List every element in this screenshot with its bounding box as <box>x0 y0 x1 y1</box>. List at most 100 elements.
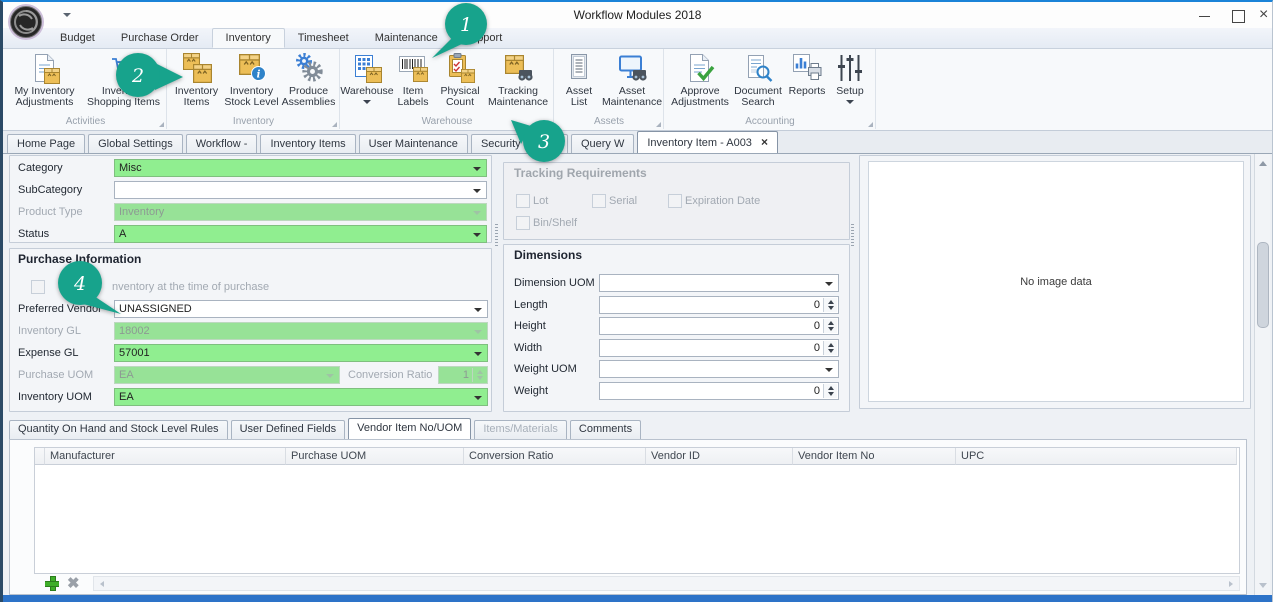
column-header-vendor-id[interactable]: Vendor ID <box>646 448 793 465</box>
status-select[interactable]: A <box>114 225 487 243</box>
maximize-button[interactable] <box>1232 10 1245 23</box>
scroll-up-icon[interactable] <box>1259 161 1267 166</box>
app-logo-icon[interactable] <box>7 3 45 41</box>
ribbon-button-approve-adjustments[interactable]: ApproveAdjustments <box>669 49 731 111</box>
weight-spinner[interactable]: 0 <box>599 382 839 400</box>
svg-text:i: i <box>256 70 260 81</box>
doc-check-icon <box>684 52 716 84</box>
close-button[interactable]: × <box>1259 5 1268 25</box>
document-tab-workflow[interactable]: Workflow - <box>186 134 258 153</box>
scroll-left-icon[interactable] <box>100 581 104 587</box>
length-value: 0 <box>604 299 820 311</box>
length-label: Length <box>514 299 548 311</box>
chevron-down-icon <box>474 330 482 334</box>
ribbon-button-label: Warehouse <box>340 86 393 97</box>
ribbon-button-my-inventory-adjustments[interactable]: My InventoryAdjustments <box>7 49 83 111</box>
splitter-handle[interactable] <box>495 224 498 246</box>
height-spinner[interactable]: 0 <box>599 317 839 335</box>
detail-tab-vendor-item-no-uom[interactable]: Vendor Item No/UOM <box>348 418 471 439</box>
scroll-right-icon[interactable] <box>1229 581 1233 587</box>
ribbon-group-inventory: InventoryItemsiInventoryStock LevelProdu… <box>168 49 340 129</box>
weight-uom-select[interactable] <box>599 360 839 378</box>
ribbon-button-warehouse[interactable]: Warehouse <box>343 49 391 111</box>
width-spinner[interactable]: 0 <box>599 339 839 357</box>
ribbon-button-label: Setup <box>836 86 863 97</box>
ribbon-button-label: ProduceAssemblies <box>282 86 336 108</box>
list-icon <box>563 52 595 84</box>
expiration-date-checkbox-label: Expiration Date <box>685 195 760 207</box>
subcategory-select[interactable] <box>114 181 487 199</box>
conversion-ratio-spinner: 1 <box>438 366 488 384</box>
dimensions-section: Dimensions Dimension UOMLength0Height0Wi… <box>503 244 850 412</box>
vendor-item-grid-panel: ManufacturerPurchase UOMConversion Ratio… <box>9 439 1247 595</box>
close-tab-icon[interactable]: × <box>761 135 768 149</box>
detail-tab-items-materials: Items/Materials <box>474 420 567 439</box>
window-title: Workflow Modules 2018 <box>3 8 1272 22</box>
document-tab-global-settings[interactable]: Global Settings <box>88 134 183 153</box>
horizontal-scrollbar[interactable] <box>93 576 1240 591</box>
svg-text:4: 4 <box>73 273 86 295</box>
detail-tab-strip: Quantity On Hand and Stock Level RulesUs… <box>9 419 641 439</box>
item-image-placeholder: No image data <box>868 161 1244 402</box>
splitter-handle[interactable] <box>851 224 854 246</box>
callout-3: 3 <box>509 116 579 166</box>
ribbon: My InventoryAdjustmentsInventoryShopping… <box>3 49 1272 131</box>
category-select[interactable]: Misc <box>114 159 487 177</box>
ribbon-button-label: My InventoryAdjustments <box>14 86 74 108</box>
column-header-purchase-uom[interactable]: Purchase UOM <box>286 448 464 465</box>
ribbon-tab-inventory[interactable]: Inventory <box>212 28 285 48</box>
length-spinner[interactable]: 0 <box>599 296 839 314</box>
column-header-vendor-item-no[interactable]: Vendor Item No <box>793 448 956 465</box>
chevron-down-icon <box>363 100 371 104</box>
column-header-manufacturer[interactable]: Manufacturer <box>45 448 286 465</box>
ribbon-button-asset-list[interactable]: AssetList <box>556 49 602 111</box>
vertical-scrollbar[interactable] <box>1254 154 1270 595</box>
delete-row-button[interactable]: ✖ <box>67 576 80 591</box>
document-tab-inventory-items[interactable]: Inventory Items <box>260 134 355 153</box>
item-image-section: No image data <box>859 155 1251 409</box>
tracking-requirements-section: Tracking Requirements LotSerialExpiratio… <box>503 162 850 240</box>
column-header-upc[interactable]: UPC <box>956 448 1237 465</box>
inventory-uom-select[interactable]: EA <box>114 388 488 406</box>
ribbon-tab-timesheet[interactable]: Timesheet <box>285 28 362 48</box>
document-tab-home-page[interactable]: Home Page <box>7 134 85 153</box>
ribbon-button-item-labels[interactable]: ItemLabels <box>391 49 435 111</box>
detail-tab-quantity-on-hand-and-stock-level-rules[interactable]: Quantity On Hand and Stock Level Rules <box>9 420 228 439</box>
document-tab-inventory-item-a003[interactable]: Inventory Item - A003× <box>637 131 778 153</box>
document-tab-user-maintenance[interactable]: User Maintenance <box>359 134 468 153</box>
dimension-uom-label: Dimension UOM <box>514 277 595 289</box>
doc-search-icon <box>742 52 774 84</box>
width-value: 0 <box>604 342 820 354</box>
detail-tab-user-defined-fields[interactable]: User Defined Fields <box>231 420 346 439</box>
minimize-button[interactable] <box>1199 16 1210 17</box>
doc-box-icon <box>29 52 61 84</box>
weight-uom-label: Weight UOM <box>514 363 577 375</box>
chevron-down-icon <box>846 100 854 104</box>
conversion-ratio-label: Conversion Ratio <box>348 369 432 381</box>
ribbon-button-document-search[interactable]: DocumentSearch <box>731 49 785 111</box>
ribbon-button-inventory-stock-level[interactable]: iInventoryStock Level <box>224 49 280 111</box>
ribbon-button-label: TrackingMaintenance <box>488 86 548 108</box>
weight-value: 0 <box>604 385 820 397</box>
callout-4: 4 <box>51 258 127 318</box>
scrollbar-thumb[interactable] <box>1257 242 1269 328</box>
ribbon-button-produce-assemblies[interactable]: ProduceAssemblies <box>280 49 338 111</box>
ribbon-button-reports[interactable]: Reports <box>785 49 829 111</box>
document-tab-query-w[interactable]: Query W <box>571 134 634 153</box>
scroll-down-icon[interactable] <box>1259 583 1267 588</box>
expense-gl-select[interactable]: 57001 <box>114 344 488 362</box>
ribbon-tab-budget[interactable]: Budget <box>47 28 108 48</box>
ribbon-tab-purchase-order[interactable]: Purchase Order <box>108 28 212 48</box>
gears-icon <box>293 52 325 84</box>
ribbon-group-label: Activities <box>5 116 166 127</box>
ribbon-button-asset-maintenance[interactable]: AssetMaintenance <box>602 49 662 111</box>
column-header-conversion-ratio[interactable]: Conversion Ratio <box>464 448 646 465</box>
detail-tab-comments[interactable]: Comments <box>570 420 641 439</box>
ribbon-button-label: AssetMaintenance <box>602 86 662 108</box>
dimension-uom-select[interactable] <box>599 274 839 292</box>
subcategory-label: SubCategory <box>18 184 82 196</box>
preferred-vendor-select[interactable]: UNASSIGNED <box>114 300 488 318</box>
ribbon-button-label: DocumentSearch <box>734 86 782 108</box>
ribbon-button-setup[interactable]: Setup <box>829 49 871 111</box>
add-row-button[interactable] <box>45 576 60 591</box>
